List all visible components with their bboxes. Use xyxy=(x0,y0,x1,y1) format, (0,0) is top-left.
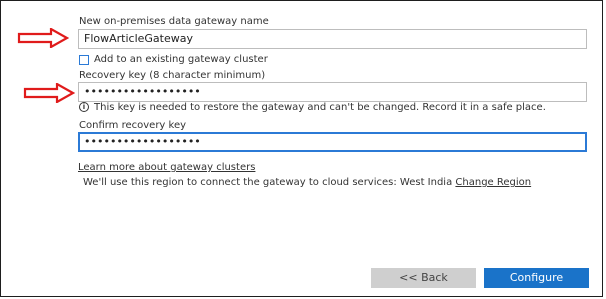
learn-more-link[interactable]: Learn more about gateway clusters xyxy=(78,162,255,173)
annotation-arrow-icon xyxy=(23,83,75,103)
gateway-name-label: New on-premises data gateway name xyxy=(79,16,269,27)
gateway-cluster-checkbox[interactable] xyxy=(79,55,89,65)
confirm-key-input[interactable]: •••••••••••••••••• xyxy=(78,132,587,152)
info-icon: i xyxy=(79,102,89,112)
gateway-name-input[interactable]: FlowArticleGateway xyxy=(78,29,587,49)
change-region-link[interactable]: Change Region xyxy=(455,177,531,188)
configure-button[interactable]: Configure xyxy=(484,268,589,288)
region-info: We'll use this region to connect the gat… xyxy=(83,177,531,188)
back-button[interactable]: << Back xyxy=(371,268,476,288)
region-text: We'll use this region to connect the gat… xyxy=(83,177,453,188)
recovery-key-info: This key is needed to restore the gatewa… xyxy=(94,102,546,113)
recovery-key-input[interactable]: •••••••••••••••••• xyxy=(78,82,587,102)
annotation-arrow-icon xyxy=(17,28,69,48)
confirm-key-label: Confirm recovery key xyxy=(79,120,187,131)
gateway-config-panel: New on-premises data gateway name FlowAr… xyxy=(0,0,603,297)
recovery-key-label: Recovery key (8 character minimum) xyxy=(79,70,266,81)
gateway-cluster-label[interactable]: Add to an existing gateway cluster xyxy=(94,54,268,65)
